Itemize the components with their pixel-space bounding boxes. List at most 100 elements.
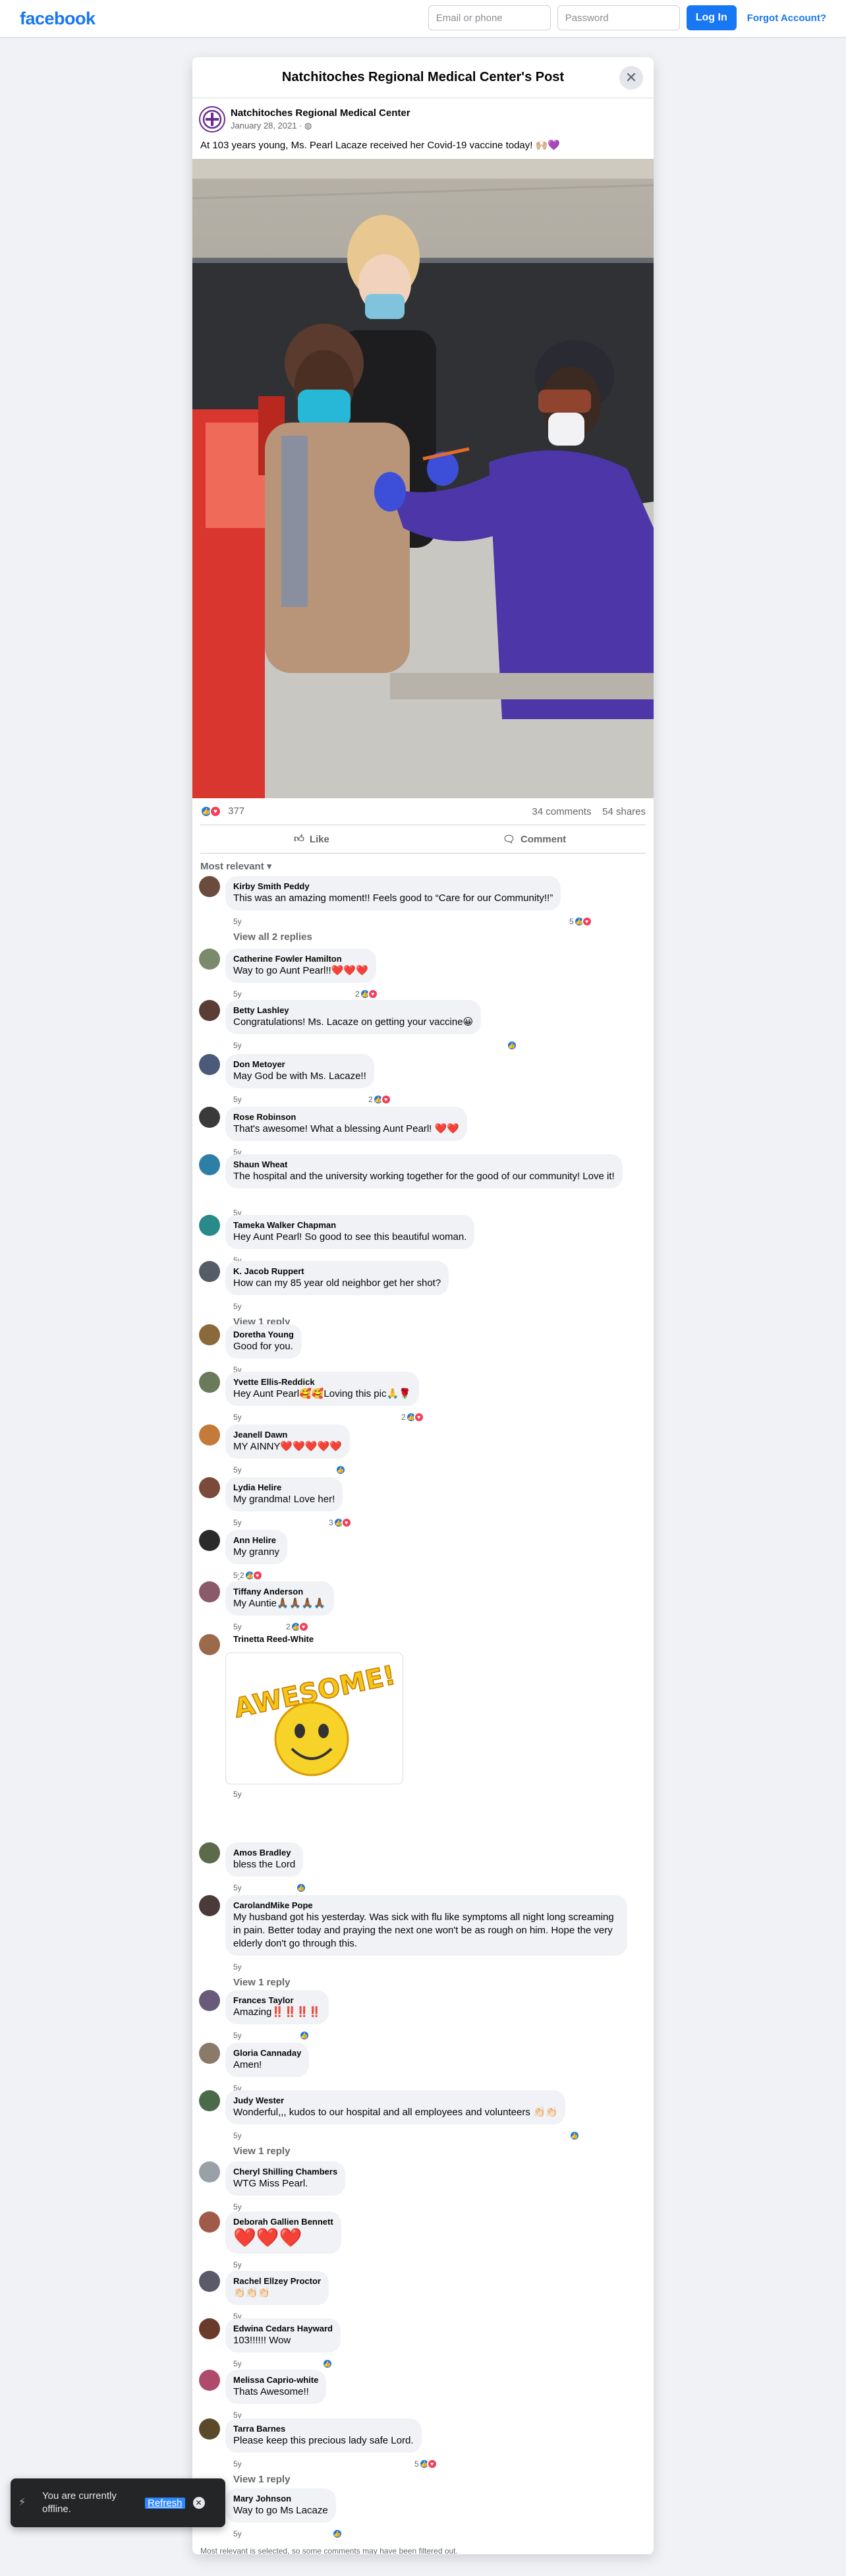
comment-timestamp[interactable]: 5y [233, 1465, 242, 1475]
commenter-name[interactable]: Judy Wester [233, 2095, 557, 2106]
commenter-avatar[interactable] [199, 1054, 220, 1075]
comment-reactions[interactable]: 👍 [505, 1039, 519, 1051]
comment-reactions[interactable]: 👍 [321, 2358, 334, 2370]
comment-reactions[interactable]: 2 👍 ♥ [400, 1411, 426, 1423]
comment-timestamp[interactable]: 5y [233, 1622, 242, 1631]
comment-timestamp[interactable]: 5y [233, 2529, 242, 2538]
commenter-avatar[interactable] [199, 1530, 220, 1551]
comment-timestamp[interactable]: 5y [233, 1041, 242, 1050]
close-button[interactable]: ✕ [619, 66, 643, 90]
awesome-sticker[interactable]: AWESOME! [225, 1653, 403, 1784]
comment-reactions[interactable]: 👍 [331, 2528, 344, 2540]
view-replies-link[interactable]: View 1 reply [233, 2146, 290, 2157]
commenter-name[interactable]: Shaun Wheat [233, 1159, 615, 1170]
like-button[interactable]: 👍︎ Like [200, 825, 423, 853]
refresh-link[interactable]: Refresh [145, 2497, 185, 2509]
comment-timestamp[interactable]: 5y [233, 917, 242, 926]
comment-timestamp[interactable]: 5y [233, 1302, 242, 1311]
commenter-name[interactable]: Melissa Caprio-white [233, 2375, 318, 2386]
comment-timestamp[interactable]: 5y [233, 2359, 242, 2368]
commenter-avatar[interactable] [199, 1581, 220, 1602]
comment-timestamp[interactable]: 5y [233, 1962, 242, 1972]
comment-sort-dropdown[interactable]: Most relevant ▾ [192, 854, 654, 876]
commenter-name[interactable]: Catherine Fowler Hamilton [233, 954, 368, 964]
login-button[interactable]: Log In [686, 5, 737, 30]
commenter-name[interactable]: Tiffany Anderson [233, 1587, 326, 1597]
view-replies-link[interactable]: View 1 reply [233, 1977, 290, 1988]
comment-timestamp[interactable]: 5y [233, 2031, 242, 2040]
toast-close-button[interactable]: ✕ [192, 2497, 205, 2509]
comment-reactions[interactable]: 👍 [334, 1464, 347, 1476]
commenter-name[interactable]: Deborah Gallien Bennett [233, 2217, 333, 2227]
page-name[interactable]: Natchitoches Regional Medical Center [231, 107, 410, 119]
commenter-name[interactable]: Tarra Barnes [233, 2424, 414, 2434]
commenter-avatar[interactable] [199, 1424, 220, 1446]
comment-reactions[interactable]: 3 👍 ♥ [327, 1517, 353, 1529]
commenter-name[interactable]: CarolandMike Pope [233, 1900, 619, 1911]
commenter-name[interactable]: Ann Helire [233, 1535, 279, 1546]
commenter-name[interactable]: Doretha Young [233, 1330, 294, 1340]
comment-button[interactable]: 🗨︎ Comment [423, 825, 646, 853]
commenter-name[interactable]: Lydia Helire [233, 1482, 335, 1493]
commenter-name[interactable]: Rachel Ellzey Proctor [233, 2276, 321, 2287]
commenter-avatar[interactable] [199, 1107, 220, 1128]
commenter-name[interactable]: Amos Bradley [233, 1848, 295, 1858]
comment-reactions[interactable]: 5 👍 ♥ [568, 916, 594, 927]
commenter-name[interactable]: Gloria Cannaday [233, 2048, 301, 2059]
commenter-avatar[interactable] [199, 1372, 220, 1393]
commenter-name[interactable]: Frances Taylor [233, 1995, 321, 2006]
commenter-name[interactable]: Cheryl Shilling Chambers [233, 2167, 337, 2177]
commenter-name[interactable]: Mary Johnson [233, 2494, 328, 2504]
comment-timestamp[interactable]: 5y [233, 1413, 242, 1422]
comment-timestamp[interactable]: 5y [233, 989, 242, 999]
commenter-avatar[interactable] [199, 1895, 220, 1916]
commenter-avatar[interactable] [199, 1634, 220, 1655]
comment-timestamp[interactable]: 5y [233, 1790, 242, 1799]
commenter-name[interactable]: Betty Lashley [233, 1005, 473, 1016]
comment-timestamp[interactable]: 5y [233, 2202, 242, 2211]
comment-timestamp[interactable]: 5y [233, 1518, 242, 1527]
commenter-name[interactable]: Edwina Cedars Hayward [233, 2324, 333, 2334]
comments-count[interactable]: 34 comments [532, 806, 591, 817]
comment-timestamp[interactable]: 5y [233, 2131, 242, 2140]
comment-reactions[interactable]: 2 👍 ♥ [239, 1569, 264, 1581]
email-field[interactable] [428, 5, 551, 30]
commenter-avatar[interactable] [199, 2271, 220, 2292]
commenter-avatar[interactable] [199, 1000, 220, 1021]
commenter-name[interactable]: Don Metoyer [233, 1059, 366, 1070]
commenter-name[interactable]: Tameka Walker Chapman [233, 1220, 466, 1231]
reaction-summary[interactable]: 👍 ♥ 377 [200, 805, 244, 818]
comment-reactions[interactable]: 5 👍 ♥ [413, 2458, 439, 2470]
post-date[interactable]: January 28, 2021 · [231, 121, 304, 131]
commenter-name[interactable]: Kirby Smith Peddy [233, 881, 553, 892]
comment-reactions[interactable]: 2 👍 ♥ [367, 1094, 393, 1105]
comment-timestamp[interactable]: 5y [233, 2260, 242, 2269]
post-photo[interactable] [192, 159, 654, 798]
commenter-avatar[interactable] [199, 2370, 220, 2391]
commenter-avatar[interactable] [199, 1261, 220, 1282]
commenter-name[interactable]: Yvette Ellis-Reddick [233, 1377, 411, 1388]
comment-reactions[interactable]: 👍 [568, 2130, 581, 2142]
commenter-avatar[interactable] [199, 1842, 220, 1863]
comment-reactions[interactable]: 👍 [295, 1882, 308, 1894]
commenter-avatar[interactable] [199, 2161, 220, 2182]
shares-count[interactable]: 54 shares [602, 806, 646, 817]
comment-timestamp[interactable]: 5y [233, 2459, 242, 2469]
commenter-avatar[interactable] [199, 2211, 220, 2233]
commenter-avatar[interactable] [199, 949, 220, 970]
commenter-avatar[interactable] [199, 2418, 220, 2440]
comment-reactions[interactable]: 2 👍 ♥ [285, 1621, 310, 1633]
commenter-name[interactable]: K. Jacob Ruppert [233, 1266, 441, 1277]
commenter-name[interactable]: Trinetta Reed-White [233, 1634, 314, 1645]
facebook-logo[interactable]: facebook [20, 9, 96, 29]
comment-timestamp[interactable]: 5y [233, 1095, 242, 1104]
commenter-avatar[interactable] [199, 1477, 220, 1498]
forgot-account-link[interactable]: Forgot Account? [747, 13, 826, 24]
comment-timestamp[interactable]: 5y [233, 1883, 242, 1892]
view-replies-link[interactable]: View all 2 replies [233, 931, 312, 943]
commenter-name[interactable]: Rose Robinson [233, 1112, 459, 1123]
view-replies-link[interactable]: View 1 reply [233, 2474, 290, 2485]
comment-reactions[interactable]: 👍 [298, 2030, 311, 2041]
comment-reactions[interactable]: 2 👍 ♥ [354, 988, 380, 1000]
commenter-avatar[interactable] [199, 2090, 220, 2111]
